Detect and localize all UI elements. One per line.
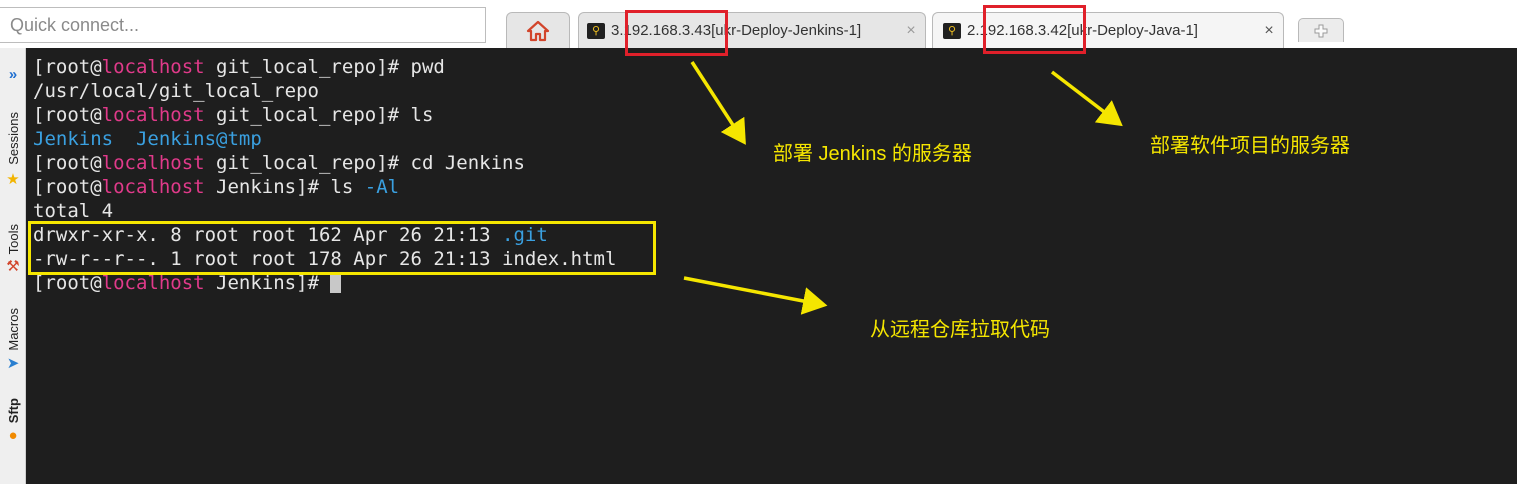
sidebar-item-sessions-label[interactable]: Sessions ★ — [0, 112, 26, 189]
double-chevron-icon: » — [8, 66, 18, 83]
sidebar-item-sessions[interactable]: » — [0, 66, 26, 84]
tab-bar: ⚲ 3.192.168.3.43[ukr-Deploy-Jenkins-1] ×… — [0, 0, 1517, 48]
prompt-host: localhost — [101, 56, 205, 78]
close-icon[interactable]: × — [1255, 22, 1283, 40]
ip-highlight-box-java — [983, 5, 1086, 54]
terminal-line: [root@localhost git_local_repo]# cd Jenk… — [33, 152, 525, 174]
note-project-server: 部署软件项目的服务器 — [1150, 135, 1350, 157]
note-jenkins-server: 部署 Jenkins 的服务器 — [773, 143, 972, 165]
terminal-line: Jenkins Jenkins@tmp — [33, 128, 262, 150]
sidebar-item-label: Sftp — [5, 398, 21, 424]
sidebar-item-label: Sessions — [5, 112, 21, 165]
ip-highlight-box-jenkins — [625, 10, 728, 56]
star-icon: ★ — [6, 170, 20, 188]
send-icon: ➤ — [6, 354, 20, 372]
key-icon: ⚲ — [943, 22, 961, 39]
new-tab-icon — [1314, 24, 1328, 37]
sidebar-item-label: Macros — [5, 308, 21, 351]
terminal-line: [root@localhost Jenkins]# ls -Al — [33, 176, 400, 198]
sftp-icon: ● — [8, 427, 18, 445]
terminal-line: [root@localhost git_local_repo]# ls — [33, 104, 434, 126]
file-listing-highlight-box — [28, 221, 656, 275]
quick-connect-input[interactable] — [0, 7, 486, 43]
new-tab-button[interactable] — [1298, 18, 1344, 42]
prompt-host: localhost — [101, 104, 205, 126]
sidebar: » Sessions ★ Tools ⚒ Macros ➤ Sftp ● — [0, 48, 26, 484]
terminal-line: /usr/local/git_local_repo — [33, 80, 319, 102]
tab-home[interactable] — [506, 12, 570, 48]
prompt-host: localhost — [101, 272, 205, 294]
sidebar-item-label: Tools — [5, 224, 21, 255]
close-icon[interactable]: × — [897, 22, 925, 40]
sidebar-item-tools[interactable]: Tools ⚒ — [0, 224, 26, 276]
tools-icon: ⚒ — [6, 258, 20, 276]
terminal-line: [root@localhost Jenkins]# — [33, 272, 616, 296]
sidebar-item-sftp[interactable]: Sftp ● — [0, 398, 26, 445]
prompt-host: localhost — [101, 176, 205, 198]
key-icon: ⚲ — [587, 22, 605, 39]
terminal-cursor — [330, 272, 342, 293]
note-pull-code: 从远程仓库拉取代码 — [870, 319, 1050, 341]
prompt-host: localhost — [101, 152, 205, 174]
sidebar-item-macros[interactable]: Macros ➤ — [0, 308, 26, 373]
terminal-line: [root@localhost git_local_repo]# pwd — [33, 56, 445, 78]
home-icon — [526, 20, 550, 41]
